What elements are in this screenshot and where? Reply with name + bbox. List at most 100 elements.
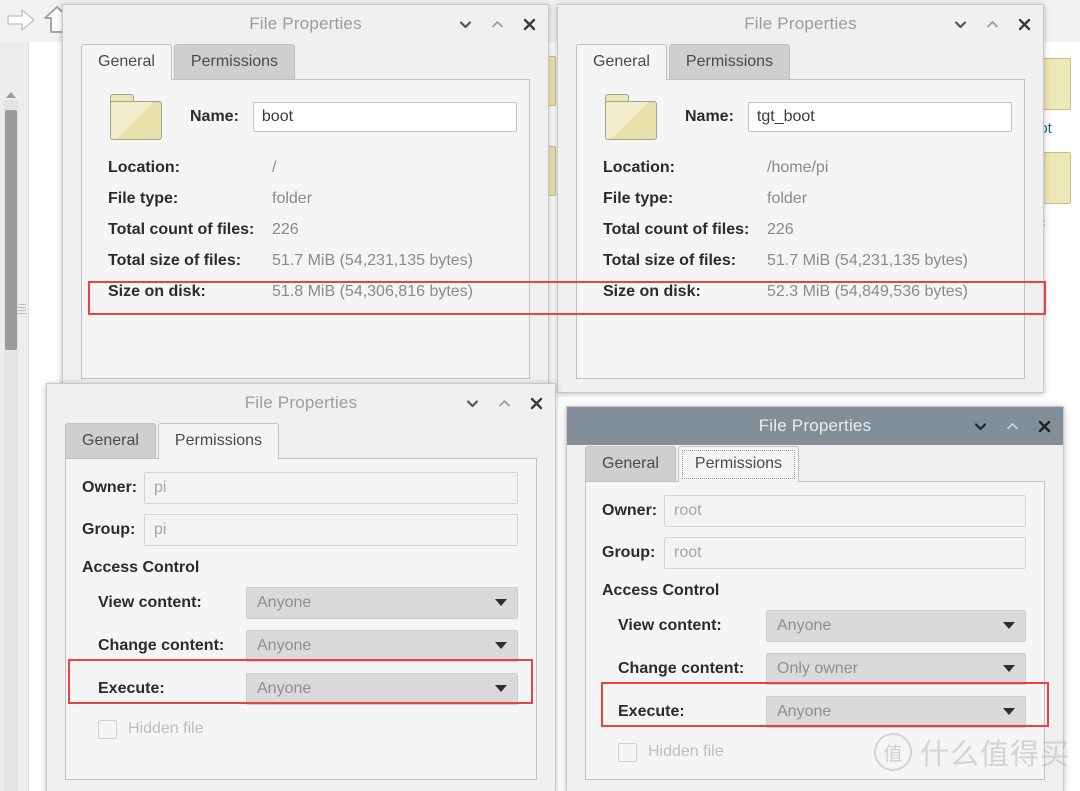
- hidden-file-checkbox[interactable]: [98, 719, 117, 739]
- close-icon[interactable]: [1035, 417, 1053, 435]
- vertical-scrollbar-thumb[interactable]: [5, 110, 17, 350]
- execute-select[interactable]: Anyone: [246, 672, 518, 705]
- group-row: Group: pi: [66, 509, 536, 551]
- tab-permissions[interactable]: Permissions: [173, 44, 296, 79]
- info-row-total-count: Total count of files: 226: [82, 214, 529, 245]
- screen: ne oot lic File Properties: [0, 0, 1080, 791]
- row-key: Size on disk:: [108, 282, 206, 300]
- titlebar[interactable]: File Properties: [558, 5, 1043, 43]
- folder-icon: [108, 94, 164, 140]
- hidden-file-checkbox[interactable]: [618, 742, 637, 762]
- scroll-up-icon[interactable]: [5, 88, 17, 100]
- hidden-file-row[interactable]: Hidden file: [586, 733, 1044, 771]
- window-controls: [971, 407, 1053, 445]
- row-value: 52.3 MiB (54,849,536 bytes): [767, 282, 969, 300]
- tab-label: General: [82, 432, 139, 449]
- info-row-total-size: Total size of files: 51.7 MiB (54,231,13…: [577, 245, 1024, 276]
- info-row-total-size: Total size of files: 51.7 MiB (54,231,13…: [82, 245, 529, 276]
- info-row-file-type: File type: folder: [577, 183, 1024, 214]
- change-content-select[interactable]: Anyone: [246, 629, 518, 662]
- view-content-label: View content:: [618, 616, 722, 634]
- titlebar[interactable]: File Properties: [567, 407, 1063, 445]
- tabstrip: General Permissions: [63, 43, 548, 80]
- row-value: 51.8 MiB (54,306,816 bytes): [272, 282, 474, 300]
- close-icon[interactable]: [520, 15, 538, 33]
- chevron-up-icon[interactable]: [1003, 417, 1021, 435]
- tab-general[interactable]: General: [585, 446, 676, 481]
- info-row-file-type: File type: folder: [82, 183, 529, 214]
- name-row: Name: tgt_boot: [577, 80, 1024, 150]
- window-file-properties-boot[interactable]: File Properties General Permissions Name…: [62, 4, 549, 393]
- view-content-select[interactable]: Anyone: [246, 586, 518, 619]
- close-icon[interactable]: [527, 394, 545, 412]
- row-key: Location:: [108, 158, 180, 176]
- hidden-file-label: Hidden file: [648, 743, 724, 760]
- chevron-down-icon: [495, 642, 507, 649]
- group-field[interactable]: pi: [144, 514, 518, 546]
- group-field[interactable]: root: [664, 537, 1026, 569]
- window-controls: [456, 5, 538, 43]
- row-value: folder: [767, 189, 808, 207]
- info-row-location: Location: /: [82, 152, 529, 183]
- window-file-properties-permissions-pi[interactable]: File Properties General Permissions Owne…: [46, 383, 556, 791]
- window-file-properties-tgt-boot[interactable]: File Properties General Permissions Name…: [557, 4, 1044, 393]
- group-label: Group:: [602, 544, 656, 561]
- name-input[interactable]: boot: [252, 102, 517, 132]
- hidden-file-label: Hidden file: [128, 720, 204, 737]
- tab-general[interactable]: General: [65, 423, 156, 458]
- close-icon[interactable]: [1015, 15, 1033, 33]
- general-info-grid: Location: / File type: folder Total coun…: [82, 150, 529, 321]
- row-key: Total count of files:: [603, 220, 750, 238]
- tab-label: General: [593, 53, 650, 70]
- chevron-up-icon[interactable]: [488, 15, 506, 33]
- owner-row: Owner: root: [586, 490, 1044, 532]
- name-input[interactable]: tgt_boot: [747, 102, 1012, 132]
- window-title: File Properties: [244, 393, 358, 412]
- window-title: File Properties: [249, 14, 362, 33]
- view-content-label: View content:: [98, 593, 202, 611]
- titlebar[interactable]: File Properties: [47, 384, 555, 422]
- access-control-title: Access Control: [602, 582, 720, 599]
- owner-field[interactable]: root: [664, 495, 1026, 527]
- titlebar[interactable]: File Properties: [63, 5, 548, 43]
- owner-row: Owner: pi: [66, 467, 536, 509]
- chevron-down-icon: [1003, 622, 1015, 629]
- row-key: Total count of files:: [108, 220, 255, 238]
- change-content-row: Change content: Anyone: [66, 624, 536, 667]
- execute-row: Execute: Anyone: [66, 667, 536, 710]
- tab-label: General: [602, 455, 659, 472]
- execute-select[interactable]: Anyone: [766, 695, 1026, 728]
- change-content-select[interactable]: Only owner: [766, 652, 1026, 685]
- chevron-up-icon[interactable]: [495, 394, 513, 412]
- chevron-down-icon[interactable]: [463, 394, 481, 412]
- tab-permissions[interactable]: Permissions: [157, 423, 280, 459]
- tab-label: Permissions: [190, 53, 279, 70]
- tab-permissions[interactable]: Permissions: [668, 44, 791, 79]
- chevron-down-icon[interactable]: [951, 15, 969, 33]
- group-label: Group:: [82, 521, 136, 538]
- execute-row: Execute: Anyone: [586, 690, 1044, 733]
- general-info-grid: Location: /home/pi File type: folder Tot…: [577, 150, 1024, 321]
- row-value: 51.7 MiB (54,231,135 bytes): [767, 251, 969, 269]
- folder-icon: [603, 94, 659, 140]
- view-content-select[interactable]: Anyone: [766, 609, 1026, 642]
- forward-arrow-icon[interactable]: [4, 4, 38, 36]
- chevron-up-icon[interactable]: [983, 15, 1001, 33]
- permissions-panel: Owner: root Group: root Access Control V…: [585, 481, 1045, 780]
- chevron-down-icon[interactable]: [456, 15, 474, 33]
- general-panel: Name: boot Location: / File type: folder…: [81, 79, 530, 379]
- window-file-properties-permissions-root[interactable]: File Properties General Permissions Owne…: [566, 406, 1064, 791]
- tab-general[interactable]: General: [81, 44, 172, 80]
- chevron-down-icon: [1003, 665, 1015, 672]
- row-value: folder: [272, 189, 313, 207]
- view-content-value: Anyone: [777, 616, 832, 634]
- hidden-file-row[interactable]: Hidden file: [66, 710, 536, 748]
- window-title: File Properties: [758, 416, 872, 435]
- info-row-size-on-disk: Size on disk: 52.3 MiB (54,849,536 bytes…: [577, 276, 1024, 307]
- execute-label: Execute:: [618, 702, 685, 720]
- chevron-down-icon[interactable]: [971, 417, 989, 435]
- window-body: General Permissions Owner: pi Group: pi …: [47, 422, 555, 791]
- owner-field[interactable]: pi: [144, 472, 518, 504]
- tab-general[interactable]: General: [576, 44, 667, 80]
- tab-permissions[interactable]: Permissions: [677, 446, 800, 482]
